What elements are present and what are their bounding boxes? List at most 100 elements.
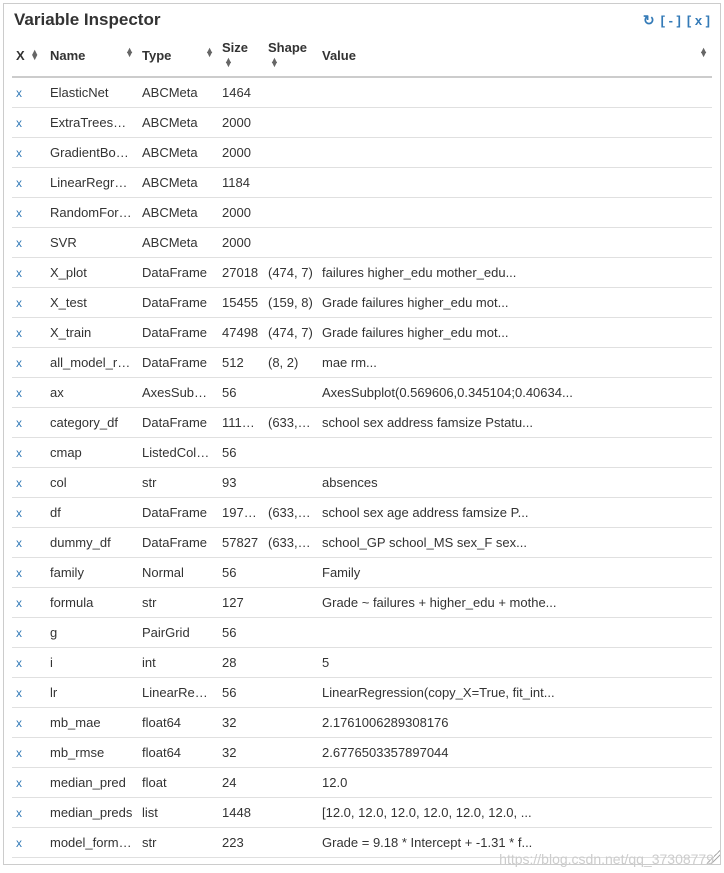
delete-variable-button[interactable]: x (12, 378, 46, 408)
variable-shape (264, 798, 318, 828)
variable-type: DataFrame (138, 348, 218, 378)
variable-shape: (633, 34) (264, 498, 318, 528)
delete-variable-button[interactable]: x (12, 348, 46, 378)
variable-shape (264, 378, 318, 408)
column-header-value[interactable]: Value (318, 34, 712, 77)
variable-value (318, 138, 712, 168)
variable-type: ABCMeta (138, 168, 218, 198)
variable-name: X_test (46, 288, 138, 318)
variable-type: int (138, 648, 218, 678)
delete-variable-button[interactable]: x (12, 438, 46, 468)
delete-variable-button[interactable]: x (12, 318, 46, 348)
variable-name: all_model_res... (46, 348, 138, 378)
variable-value: Grade failures higher_edu mot... (318, 318, 712, 348)
table-row: xSVRABCMeta2000 (12, 228, 712, 258)
delete-variable-button[interactable]: x (12, 498, 46, 528)
variable-value: Grade = 9.18 * Intercept + -1.31 * f... (318, 828, 712, 858)
table-header-row: X Name Type Size Shape Value (12, 34, 712, 77)
table-row: xcolstr93absences (12, 468, 712, 498)
panel-header: Variable Inspector ↻ [ - ] [ x ] (4, 4, 720, 34)
variable-value: mae rm... (318, 348, 712, 378)
variable-shape (264, 738, 318, 768)
delete-variable-button[interactable]: x (12, 858, 46, 865)
delete-variable-button[interactable]: x (12, 708, 46, 738)
delete-variable-button[interactable]: x (12, 198, 46, 228)
variable-value: school sex address famsize Pstatu... (318, 408, 712, 438)
table-row: xgPairGrid56 (12, 618, 712, 648)
variable-size: 32 (218, 708, 264, 738)
variable-shape (264, 858, 318, 865)
variable-type: LinearRegress... (138, 678, 218, 708)
variable-type: ABCMeta (138, 138, 218, 168)
variable-value: AxesSubplot(0.569606,0.345104;0.40634... (318, 378, 712, 408)
delete-variable-button[interactable]: x (12, 558, 46, 588)
sort-icon (224, 58, 233, 67)
variable-shape (264, 198, 318, 228)
variable-name: category_df (46, 408, 138, 438)
delete-variable-button[interactable]: x (12, 108, 46, 138)
variable-name: ax (46, 378, 138, 408)
variable-value: 2.1761006289308176 (318, 708, 712, 738)
delete-variable-button[interactable]: x (12, 648, 46, 678)
variable-shape (264, 618, 318, 648)
table-scroll-area[interactable]: X Name Type Size Shape Value xElasticNet… (4, 34, 720, 864)
variable-size: 2000 (218, 228, 264, 258)
table-row: xmodel_formulastr223Grade = 9.18 * Inter… (12, 828, 712, 858)
variable-shape (264, 438, 318, 468)
table-row: xGradientBoost...ABCMeta2000 (12, 138, 712, 168)
delete-variable-button[interactable]: x (12, 288, 46, 318)
variable-name: mb_rmse (46, 738, 138, 768)
variable-size: 56 (218, 558, 264, 588)
variable-name: g (46, 618, 138, 648)
variable-value (318, 77, 712, 108)
variable-type: str (138, 468, 218, 498)
delete-variable-button[interactable]: x (12, 528, 46, 558)
variable-shape: (474, 7) (264, 258, 318, 288)
variable-type: list (138, 798, 218, 828)
variable-name: RandomForestR... (46, 198, 138, 228)
column-header-type[interactable]: Type (138, 34, 218, 77)
variable-type: float64 (138, 708, 218, 738)
sort-icon (30, 50, 39, 59)
delete-variable-button[interactable]: x (12, 828, 46, 858)
column-header-name[interactable]: Name (46, 34, 138, 77)
delete-variable-button[interactable]: x (12, 618, 46, 648)
refresh-icon[interactable]: ↻ (643, 12, 655, 29)
variable-name: model_formula (46, 828, 138, 858)
delete-variable-button[interactable]: x (12, 798, 46, 828)
variable-type: DataFrame (138, 318, 218, 348)
delete-variable-button[interactable]: x (12, 77, 46, 108)
delete-variable-button[interactable]: x (12, 168, 46, 198)
column-header-x[interactable]: X (12, 34, 46, 77)
variable-name: col (46, 468, 138, 498)
delete-variable-button[interactable]: x (12, 138, 46, 168)
variable-size: 2000 (218, 138, 264, 168)
delete-variable-button[interactable]: x (12, 738, 46, 768)
variable-type: ABCMeta (138, 77, 218, 108)
delete-variable-button[interactable]: x (12, 768, 46, 798)
column-header-size[interactable]: Size (218, 34, 264, 77)
collapse-button[interactable]: [ - ] (661, 13, 681, 28)
delete-variable-button[interactable]: x (12, 678, 46, 708)
delete-variable-button[interactable]: x (12, 408, 46, 438)
delete-variable-button[interactable]: x (12, 228, 46, 258)
table-row: xmb_rmsefloat64322.6776503357897044 (12, 738, 712, 768)
variable-value (318, 858, 712, 865)
panel-title: Variable Inspector (14, 10, 160, 30)
variable-name: dummy_df (46, 528, 138, 558)
close-button[interactable]: [ x ] (687, 13, 710, 28)
resize-handle[interactable] (706, 850, 720, 864)
variable-type: float (138, 768, 218, 798)
delete-variable-button[interactable]: x (12, 258, 46, 288)
variable-shape (264, 708, 318, 738)
variable-size: 56 (218, 438, 264, 468)
column-header-shape[interactable]: Shape (264, 34, 318, 77)
delete-variable-button[interactable]: x (12, 468, 46, 498)
variable-shape (264, 588, 318, 618)
variable-shape (264, 468, 318, 498)
table-row: xExtraTreesReg...ABCMeta2000 (12, 108, 712, 138)
delete-variable-button[interactable]: x (12, 588, 46, 618)
variable-type: Model (138, 858, 218, 865)
variable-size: 32 (218, 738, 264, 768)
variable-value: [12.0, 12.0, 12.0, 12.0, 12.0, 12.0, ... (318, 798, 712, 828)
